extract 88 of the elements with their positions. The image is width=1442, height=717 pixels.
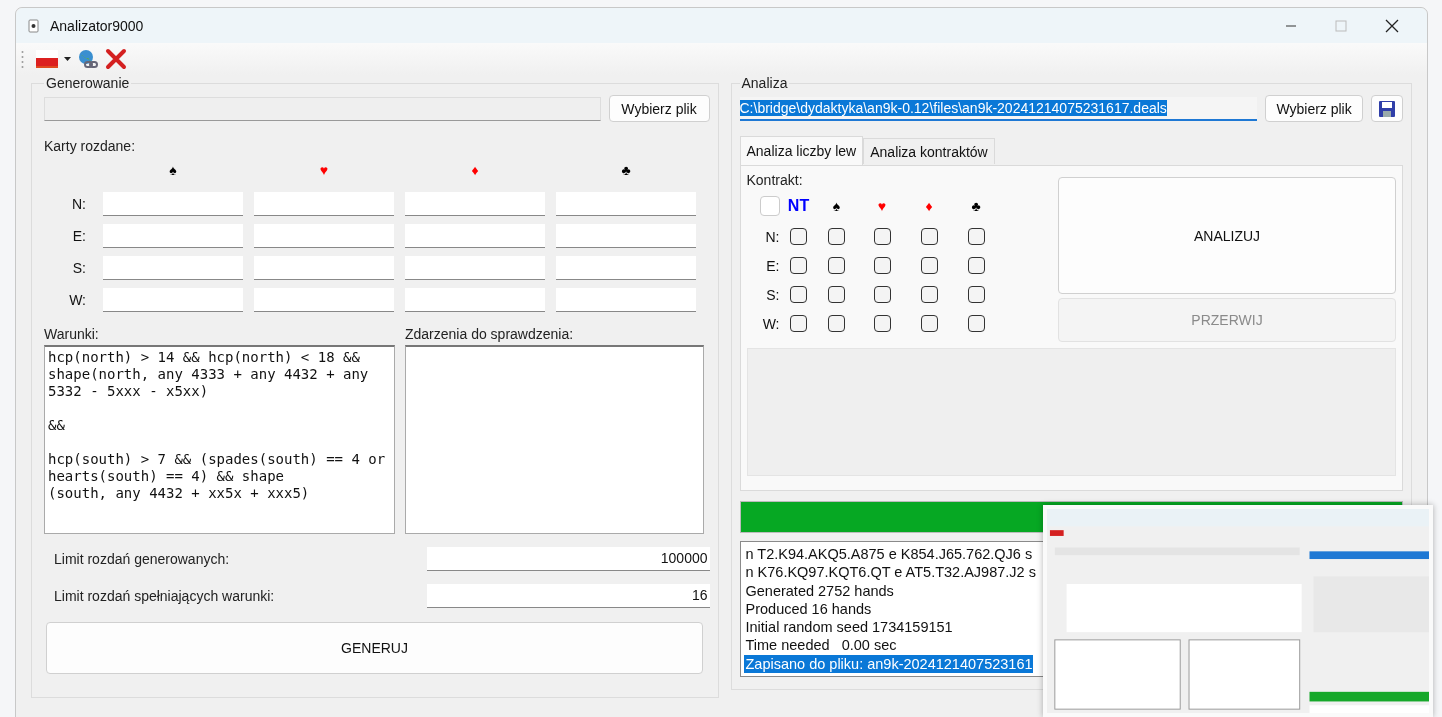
section-label: Karty rozdane:: [44, 138, 137, 154]
contract-checkbox[interactable]: [828, 257, 845, 274]
section-label: Kontrakt:: [746, 172, 803, 188]
strain-symbol: NT: [787, 197, 810, 215]
cross-icon[interactable]: [105, 48, 127, 70]
limit-input[interactable]: 16: [426, 584, 710, 608]
strain-symbol: ♥: [877, 198, 887, 214]
cards-input[interactable]: [103, 256, 243, 280]
hand-label: N:: [765, 228, 781, 245]
hand-label: W:: [762, 315, 781, 332]
generate-button[interactable]: GENERUJ: [46, 622, 703, 674]
log-line[interactable]: Generated 2752 hands: [743, 581, 894, 600]
contract-checkbox[interactable]: [873, 228, 891, 245]
log-line[interactable]: n K76.KQ97.KQT6.QT e AT5.T32.AJ987.J2 s: [743, 563, 1036, 582]
cards-input[interactable]: [103, 192, 243, 216]
cards-input[interactable]: [103, 288, 243, 312]
limit-label: Limit rozdań spełniających warunki:: [54, 588, 275, 604]
cards-input[interactable]: [103, 224, 243, 248]
cards-input[interactable]: [556, 192, 696, 216]
contract-checkbox[interactable]: [967, 286, 985, 303]
cards-input[interactable]: [556, 288, 696, 312]
cards-input[interactable]: [405, 192, 545, 216]
contract-checkbox[interactable]: [920, 315, 938, 332]
section-label: Warunki:: [44, 326, 100, 342]
log-line[interactable]: Produced 16 hands: [743, 599, 872, 619]
analyze-button[interactable]: ANALIZUJ: [1058, 177, 1396, 294]
contract-checkbox[interactable]: [790, 228, 807, 245]
limit-label: Limit rozdań generowanych:: [54, 551, 230, 567]
contract-checkbox[interactable]: [967, 257, 985, 274]
strain-symbol: ♠: [832, 198, 841, 214]
conditions-textarea[interactable]: hcp(north) > 14 && hcp(north) < 18 && shape(north, any 4333 + any 4432 + any 5332 - 5xxx - x5xx) && hcp(south) > 7 && (spades(south) == 4 or hearts(south) == 4) && shape (south, any 4432 + xx5x + xxx5): [44, 345, 395, 534]
log-line[interactable]: Time needed 0.00 sec: [743, 636, 897, 655]
dropdown-caret-icon[interactable]: [64, 57, 71, 61]
hand-label: S:: [766, 286, 781, 303]
hand-label: W:: [68, 292, 87, 308]
log-line[interactable]: n T2.K94.AKQ5.A875 e K854.J65.762.QJ6 s: [743, 545, 1033, 564]
suit-symbol: ♦: [470, 162, 480, 180]
cards-input[interactable]: [556, 256, 696, 280]
cards-input[interactable]: [254, 192, 394, 216]
cards-input[interactable]: [556, 224, 696, 248]
group-title: Generowanie: [45, 75, 131, 91]
window-title: Analizator9000: [50, 17, 144, 34]
hand-label: N:: [71, 196, 87, 212]
file-path-field[interactable]: [44, 96, 601, 121]
hand-label: E:: [766, 257, 781, 274]
contract-checkbox[interactable]: [790, 315, 807, 332]
contract-checkbox[interactable]: [790, 286, 807, 303]
cards-input[interactable]: [254, 224, 394, 248]
contract-checkbox[interactable]: [828, 286, 845, 303]
choose-file-button[interactable]: Wybierz plik: [1265, 95, 1364, 122]
contract-checkbox[interactable]: [873, 286, 891, 303]
close-icon[interactable]: [1385, 18, 1399, 33]
section-label: Zdarzenia do sprawdzenia:: [405, 326, 575, 342]
cards-input[interactable]: [405, 224, 545, 248]
contract-checkbox[interactable]: [873, 257, 891, 274]
contract-checkbox[interactable]: [920, 257, 938, 274]
contract-checkbox[interactable]: [790, 257, 807, 274]
contract-checkbox[interactable]: [967, 228, 985, 245]
choose-file-button[interactable]: Wybierz plik: [608, 95, 710, 122]
cards-icon: [26, 17, 42, 34]
cards-input[interactable]: [254, 288, 394, 312]
grip-icon: [21, 50, 24, 68]
strain-symbol: ♦: [925, 198, 933, 214]
contract-checkbox[interactable]: [873, 315, 891, 332]
hand-label: S:: [71, 260, 87, 276]
suit-symbol: ♣: [620, 162, 632, 180]
contract-checkbox[interactable]: [920, 228, 938, 245]
contract-checkbox[interactable]: [828, 315, 845, 332]
group-title: Analiza: [740, 75, 789, 91]
contract-checkbox[interactable]: [967, 315, 985, 332]
flag-icon[interactable]: [36, 50, 58, 68]
contract-checkbox[interactable]: [828, 228, 845, 245]
contract-checkbox[interactable]: [920, 286, 938, 303]
limit-input[interactable]: 100000: [426, 547, 710, 571]
cards-input[interactable]: [405, 256, 545, 280]
select-all-checkbox[interactable]: [759, 196, 780, 216]
cards-input[interactable]: [405, 288, 545, 312]
globe-link-icon[interactable]: [77, 48, 99, 70]
log-line[interactable]: Initial random seed 1734159151: [743, 618, 953, 637]
suit-symbol: ♠: [168, 162, 178, 180]
tab[interactable]: Analiza kontraktów: [863, 138, 995, 164]
tab[interactable]: Analiza liczby lew: [739, 136, 864, 165]
hand-label: E:: [71, 228, 87, 244]
strain-symbol: ♣: [971, 198, 981, 214]
cards-input[interactable]: [254, 256, 394, 280]
save-button[interactable]: [1371, 95, 1403, 122]
file-path-field[interactable]: C:\bridge\dydaktyka\an9k-0.12\files\an9k-20241214075231617.deals: [739, 96, 1258, 121]
suit-symbol: ♥: [318, 162, 330, 180]
